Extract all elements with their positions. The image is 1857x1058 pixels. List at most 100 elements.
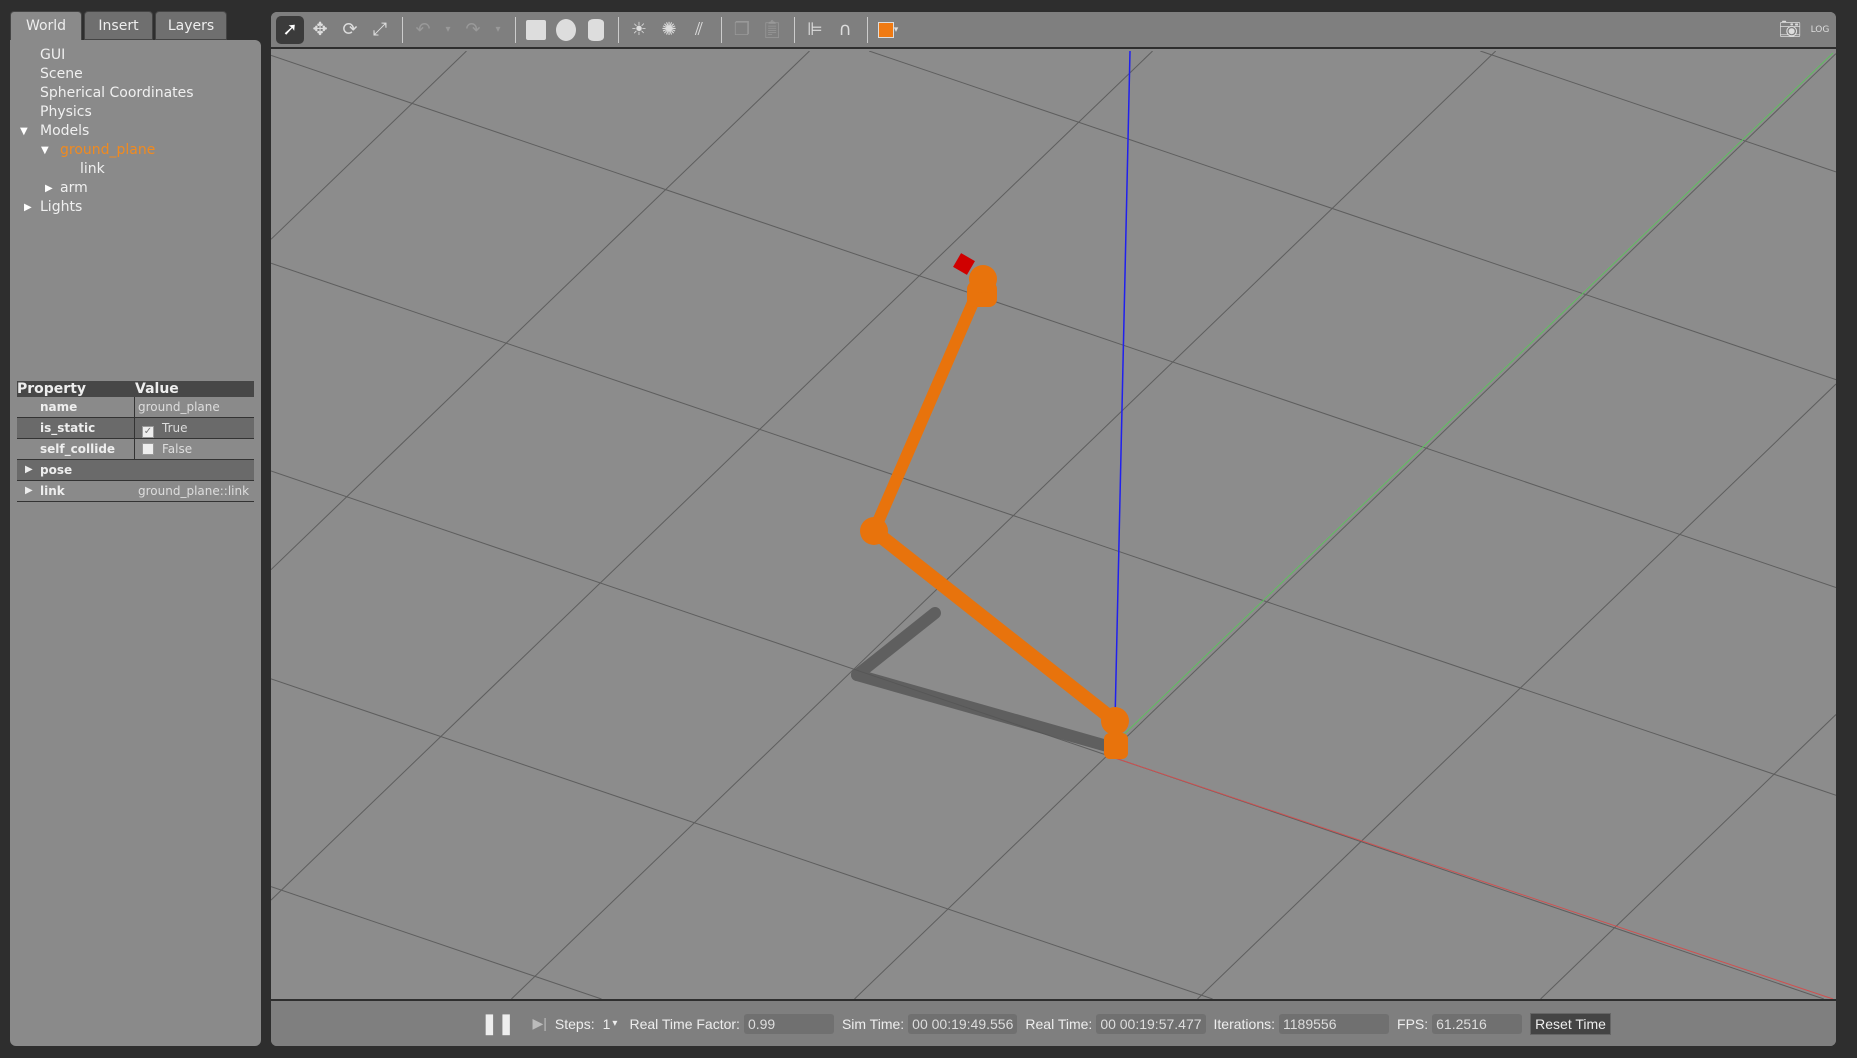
tree-item-spherical-coordinates[interactable]: Spherical Coordinates [10, 84, 261, 103]
paste-icon[interactable]: 📋︎ [758, 16, 786, 44]
real-time-value: 00 00:19:57.477 [1096, 1013, 1206, 1034]
grid-line [1197, 383, 1836, 999]
iterations-label: Iterations: [1213, 1015, 1276, 1032]
fps-value: 61.2516 [1432, 1013, 1523, 1034]
point-light-icon[interactable]: ☀ [625, 16, 653, 44]
grid-line [271, 678, 1213, 999]
collapsed-icon[interactable]: ▶ [45, 179, 53, 198]
tree-label: Lights [40, 199, 83, 215]
scale-mode-icon[interactable]: ⤢ [366, 16, 394, 44]
3d-viewport[interactable]: ➚ ✥ ⟳ ⤢ ↶ ▾ ↷ ▾ ☀ ✺ ⫽ ❐ 📋︎ ⊫ ∩ ▾ 📷︎ LOG … [271, 12, 1836, 1046]
y-axis-line [1114, 52, 1834, 744]
tree-item-ground-plane[interactable]: ▼ ground_plane [10, 141, 261, 160]
expanded-icon[interactable]: ▼ [41, 141, 49, 160]
world-panel: GUI Scene Spherical Coordinates Physics … [10, 40, 261, 1046]
tree-item-models[interactable]: ▼ Models [10, 122, 261, 141]
translate-mode-icon[interactable]: ✥ [306, 16, 334, 44]
undo-dropdown-icon[interactable]: ▾ [439, 16, 457, 44]
ground-grid [271, 51, 1836, 999]
property-key: pose [40, 463, 73, 477]
value-header: Value [135, 381, 179, 397]
tree-item-link[interactable]: link [10, 160, 261, 179]
redo-icon[interactable]: ↷ [459, 16, 487, 44]
grid-line [511, 51, 1497, 999]
property-key: name [17, 397, 135, 417]
grid-line [271, 886, 602, 999]
steps-value[interactable]: 1 [603, 1016, 611, 1032]
tree-item-physics[interactable]: Physics [10, 103, 261, 122]
log-icon[interactable]: LOG [1806, 16, 1834, 44]
grid-line [271, 51, 1153, 901]
view-angle-icon[interactable]: ▾ [874, 16, 902, 44]
property-value[interactable]: ground_plane [135, 397, 254, 417]
property-value: True [162, 421, 188, 435]
select-mode-icon[interactable]: ➚ [276, 15, 304, 44]
copy-icon[interactable]: ❐ [728, 16, 756, 44]
fps-label: FPS: [1397, 1015, 1429, 1032]
property-row-link[interactable]: ▶ link ground_plane::link [17, 481, 254, 502]
sphere-shape-icon[interactable] [552, 16, 580, 44]
steps-dropdown-icon[interactable]: ▾ [612, 1018, 617, 1029]
property-row-self-collide[interactable]: self_collide False [17, 439, 254, 460]
sim-time-value: 00 00:19:49.556 [908, 1013, 1018, 1034]
tab-insert[interactable]: Insert [84, 11, 153, 40]
spot-light-icon[interactable]: ✺ [655, 16, 683, 44]
property-row-name[interactable]: name ground_plane [17, 397, 254, 418]
snap-magnet-icon[interactable]: ∩ [831, 16, 859, 44]
grid-line [1540, 714, 1836, 999]
property-key: is_static [17, 418, 135, 438]
property-value: False [162, 442, 193, 456]
real-time-factor-label: Real Time Factor: [629, 1015, 740, 1032]
property-value: ground_plane::link [138, 484, 250, 498]
grid-line [1480, 51, 1836, 173]
grid-line [868, 51, 1836, 381]
iterations-value: 1189556 [1279, 1013, 1390, 1034]
property-key: link [40, 484, 65, 498]
tree-item-arm[interactable]: ▶ arm [10, 179, 261, 198]
cylinder-shape-icon[interactable] [582, 16, 610, 44]
step-icon[interactable]: ▶| [533, 1015, 547, 1032]
tree-label: Models [40, 123, 90, 139]
self-collide-checkbox[interactable] [142, 443, 154, 455]
toolbar: ➚ ✥ ⟳ ⤢ ↶ ▾ ↷ ▾ ☀ ✺ ⫽ ❐ 📋︎ ⊫ ∩ ▾ 📷︎ LOG [271, 12, 1836, 49]
property-row-is-static[interactable]: is_static ✓ True [17, 418, 254, 439]
property-key: self_collide [17, 439, 135, 459]
collapsed-icon[interactable]: ▶ [25, 481, 33, 501]
tab-layers[interactable]: Layers [155, 11, 227, 40]
grid-line [271, 51, 810, 571]
z-axis-line [1114, 51, 1131, 722]
grid-line [271, 262, 1836, 796]
reset-time-button[interactable]: Reset Time [1530, 1012, 1611, 1035]
is-static-checkbox[interactable]: ✓ [142, 426, 154, 438]
screenshot-camera-icon[interactable]: 📷︎ [1776, 16, 1804, 44]
property-row-pose[interactable]: ▶ pose [17, 460, 254, 481]
box-shape-icon[interactable] [522, 16, 550, 44]
tree-label: ground_plane [60, 142, 156, 158]
property-header: Property [17, 381, 87, 397]
scene-canvas[interactable] [271, 51, 1836, 999]
x-axis-line [1114, 757, 1834, 999]
redo-dropdown-icon[interactable]: ▾ [489, 16, 507, 44]
pause-icon[interactable]: ❚❚ [481, 1011, 515, 1036]
world-tree: GUI Scene Spherical Coordinates Physics … [10, 46, 261, 217]
real-time-label: Real Time: [1025, 1015, 1093, 1032]
grid-line [271, 54, 1836, 588]
tree-item-lights[interactable]: ▶ Lights [10, 198, 261, 217]
grid-line [271, 51, 467, 240]
tree-label: arm [60, 180, 88, 196]
simulation-status-bar: ❚❚ ▶| Steps: 1 ▾ Real Time Factor: 0.99 S… [271, 999, 1836, 1046]
tab-world[interactable]: World [10, 11, 82, 41]
tree-item-gui[interactable]: GUI [10, 46, 261, 65]
undo-icon[interactable]: ↶ [409, 16, 437, 44]
align-icon[interactable]: ⊫ [801, 16, 829, 44]
rotate-mode-icon[interactable]: ⟳ [336, 16, 364, 44]
directional-light-icon[interactable]: ⫽ [685, 16, 713, 44]
sim-time-label: Sim Time: [841, 1015, 905, 1032]
collapsed-icon[interactable]: ▶ [25, 460, 33, 480]
expanded-icon[interactable]: ▼ [20, 122, 28, 141]
steps-label: Steps: [554, 1015, 595, 1032]
property-table: Property Value name ground_plane is_static… [17, 381, 254, 502]
collapsed-icon[interactable]: ▶ [24, 198, 32, 217]
real-time-factor-value: 0.99 [743, 1013, 834, 1034]
tree-item-scene[interactable]: Scene [10, 65, 261, 84]
